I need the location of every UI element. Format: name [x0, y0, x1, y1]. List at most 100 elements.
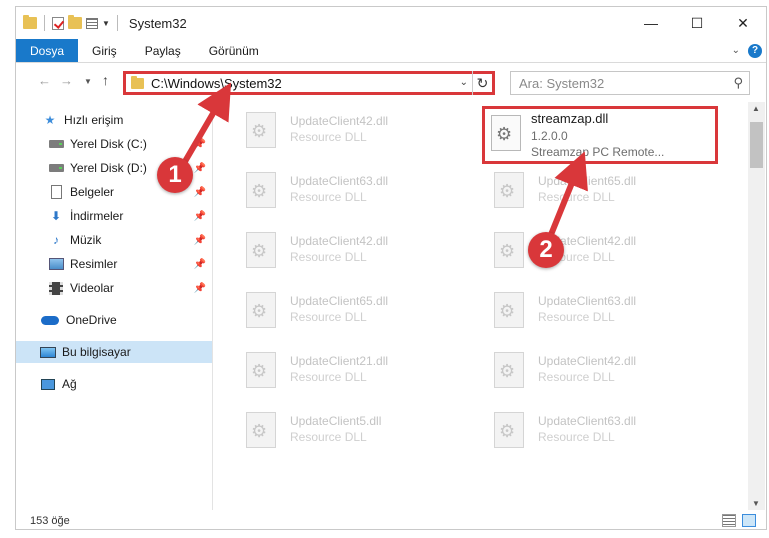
file-name: UpdateClient42.dll [290, 234, 389, 248]
title-bar: ▼ System32 — ☐ ✕ [16, 7, 766, 39]
folder-icon[interactable] [23, 15, 37, 29]
pictures-icon [48, 257, 64, 271]
explorer-window: ▼ System32 — ☐ ✕ Dosya Giriş Paylaş Görü… [15, 6, 767, 530]
search-input[interactable]: Ara: System32 ⚲ [510, 71, 750, 95]
refresh-icon[interactable]: ↻ [472, 71, 492, 95]
sidebar-item-quick-access[interactable]: ★ Hızlı erişim [16, 109, 212, 131]
back-button[interactable]: ← [38, 73, 51, 88]
expand-ribbon-chevron-icon[interactable]: ⌄ [732, 45, 740, 56]
pin-icon[interactable]: 📌 [194, 139, 206, 150]
dll-file-icon [246, 292, 276, 328]
list-item[interactable]: UpdateClient63.dll Resource DLL [224, 162, 459, 222]
dll-file-icon [494, 292, 524, 328]
tab-share[interactable]: Paylaş [131, 39, 195, 62]
sidebar-item-local-disk-c[interactable]: Yerel Disk (C:) 📌 [16, 133, 212, 155]
vertical-scrollbar[interactable]: ▲ ▼ [748, 102, 765, 510]
pin-icon[interactable]: 📌 [194, 211, 206, 222]
cloud-icon [40, 313, 60, 327]
sidebar-item-onedrive[interactable]: OneDrive [16, 309, 212, 331]
up-button[interactable]: ↑ [102, 72, 109, 88]
list-item[interactable]: UpdateClient42.dll Resource DLL [472, 342, 707, 402]
properties-check-icon[interactable] [52, 16, 64, 30]
sidebar-item-downloads[interactable]: ⬇ İndirmeler 📌 [16, 205, 212, 227]
file-name: UpdateClient63.dll [290, 174, 389, 188]
tab-file[interactable]: Dosya [16, 39, 79, 62]
scrollbar-thumb[interactable] [750, 122, 763, 168]
file-name: UpdateClient63.dll [538, 294, 637, 308]
item-count: 153 öğe [30, 515, 70, 527]
help-icon[interactable]: ? [748, 44, 762, 58]
folder-icon [131, 75, 144, 89]
scroll-up-arrow-icon[interactable]: ▲ [752, 104, 760, 113]
file-description: Resource DLL [290, 190, 367, 204]
address-dropdown-chevron-icon[interactable]: ⌄ [460, 77, 468, 88]
list-item[interactable]: UpdateClient5.dll Resource DLL [224, 402, 459, 462]
dll-file-icon [246, 352, 276, 388]
address-bar[interactable]: C:\Windows\System32 ⌄ ↻ [123, 71, 495, 95]
address-path[interactable]: C:\Windows\System32 [151, 76, 282, 91]
pin-icon[interactable]: 📌 [194, 187, 206, 198]
list-item[interactable]: UpdateClient21.dll Resource DLL [224, 342, 459, 402]
highlighted-file-streamzap[interactable]: streamzap.dll 1.2.0.0 Streamzap PC Remot… [482, 106, 718, 164]
view-switcher [722, 514, 756, 527]
sidebar-item-label: Yerel Disk (C:) [70, 137, 147, 151]
file-description: Resource DLL [290, 430, 367, 444]
file-description: Resource DLL [538, 430, 615, 444]
toolbar-divider [44, 15, 45, 31]
customize-toolbar-chevron-icon[interactable]: ▼ [102, 19, 110, 28]
list-item[interactable]: UpdateClient42.dll Resource DLL [472, 222, 707, 282]
pane-divider[interactable] [212, 102, 213, 510]
quick-access-toolbar: ▼ [16, 7, 121, 39]
file-name: streamzap.dll [531, 111, 609, 126]
list-item[interactable]: UpdateClient42.dll Resource DLL [224, 102, 459, 162]
file-name: UpdateClient63.dll [538, 414, 637, 428]
sidebar-item-label: Yerel Disk (D:) [70, 161, 147, 175]
scroll-down-arrow-icon[interactable]: ▼ [752, 499, 760, 508]
pin-icon[interactable]: 📌 [194, 235, 206, 246]
forward-button[interactable]: → [60, 73, 73, 88]
computer-icon [40, 345, 56, 359]
pin-icon[interactable]: 📌 [194, 283, 206, 294]
sidebar-item-label: Müzik [70, 233, 102, 247]
dll-file-icon [494, 232, 524, 268]
music-icon: ♪ [53, 233, 59, 247]
minimize-button[interactable]: — [628, 7, 674, 39]
sidebar-item-network[interactable]: Ağ [16, 373, 212, 395]
tab-view[interactable]: Görünüm [195, 39, 273, 62]
sidebar-item-label: Videolar [70, 281, 114, 295]
sidebar-item-videos[interactable]: Videolar 📌 [16, 277, 212, 299]
list-item[interactable]: UpdateClient65.dll Resource DLL [472, 162, 707, 222]
file-name: UpdateClient42.dll [538, 354, 637, 368]
list-item[interactable]: UpdateClient65.dll Resource DLL [224, 282, 459, 342]
sidebar-item-label: Hızlı erişim [64, 113, 124, 127]
sidebar-item-label: OneDrive [66, 313, 117, 327]
toolbar-divider [116, 15, 118, 31]
list-item[interactable]: UpdateClient42.dll Resource DLL [224, 222, 459, 282]
network-icon [40, 377, 56, 391]
ribbon-tabs: Dosya Giriş Paylaş Görünüm [16, 39, 766, 63]
file-description: Resource DLL [290, 130, 367, 144]
tab-home[interactable]: Giriş [78, 39, 131, 62]
properties-icon[interactable] [86, 17, 98, 29]
close-button[interactable]: ✕ [720, 7, 766, 39]
step-badge-1: 1 [157, 157, 193, 193]
details-view-icon[interactable] [722, 514, 736, 527]
drive-icon [48, 137, 64, 151]
sidebar-item-this-pc[interactable]: Bu bilgisayar [16, 341, 212, 363]
file-name: UpdateClient21.dll [290, 354, 389, 368]
file-description: Resource DLL [290, 250, 367, 264]
dll-file-icon [246, 172, 276, 208]
pin-icon[interactable]: 📌 [194, 259, 206, 270]
file-description: Resource DLL [538, 190, 615, 204]
dll-file-icon [246, 112, 276, 148]
recent-locations-chevron-icon[interactable]: ▼ [84, 77, 92, 86]
pin-icon[interactable]: 📌 [194, 163, 206, 174]
search-icon[interactable]: ⚲ [733, 75, 743, 91]
list-item[interactable]: UpdateClient63.dll Resource DLL [472, 402, 707, 462]
new-folder-icon[interactable] [68, 15, 82, 29]
sidebar-item-music[interactable]: ♪ Müzik 📌 [16, 229, 212, 251]
maximize-button[interactable]: ☐ [674, 7, 720, 39]
list-item[interactable]: UpdateClient63.dll Resource DLL [472, 282, 707, 342]
sidebar-item-pictures[interactable]: Resimler 📌 [16, 253, 212, 275]
large-icons-view-icon[interactable] [742, 514, 756, 527]
